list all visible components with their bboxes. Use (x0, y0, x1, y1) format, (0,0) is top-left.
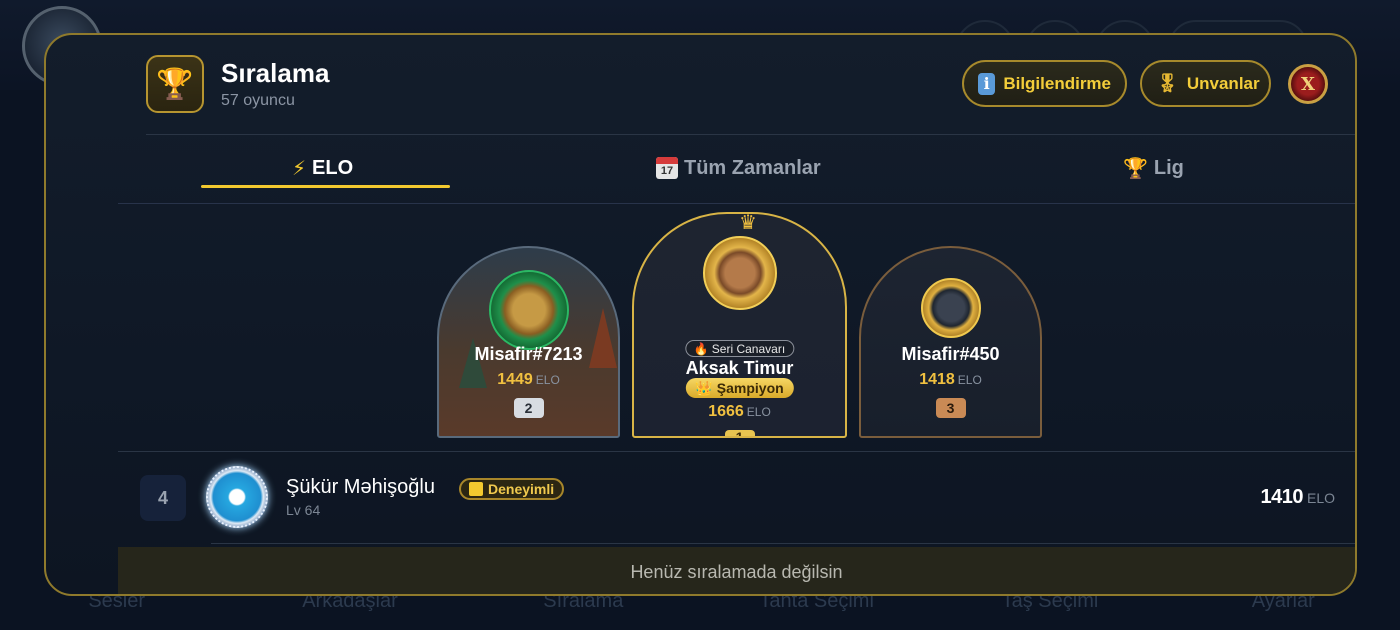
tab-label: Tüm Zamanlar (684, 156, 821, 179)
streak-label: Seri Canavarı (711, 341, 786, 356)
player-name: Misafir#450 (901, 344, 1000, 364)
list-item[interactable]: 4 Şükür Məhişoğlu Deneyimli Lv 64 1410 EL… (118, 452, 1355, 544)
close-icon: X (1301, 73, 1315, 95)
player-elo: 1418 ELO (861, 371, 1040, 389)
trophy-icon: 🏆 (1123, 157, 1148, 180)
leaderboard-modal: 🏆 Sıralama 57 oyuncu i Bilgilendirme 🎖 U… (44, 33, 1357, 596)
tab-label: Lig (1153, 156, 1184, 179)
header-divider (146, 134, 1355, 135)
elo-value: 1449 (497, 371, 533, 388)
square-icon (469, 482, 483, 496)
player-name: Misafir#7213 (474, 344, 583, 364)
trophy-icon: 🏆 (146, 55, 204, 113)
podium-first[interactable]: 🔥 Seri Canavarı Aksak Timur 👑 Şampiyon 1… (632, 212, 847, 438)
player-elo: 1410 ELO (1260, 486, 1335, 509)
champion-badge: 👑 Şampiyon (685, 378, 794, 398)
fire-icon: 🔥 (693, 341, 709, 356)
active-tab-indicator (201, 185, 450, 188)
player-avatar (702, 236, 777, 310)
elo-unit: ELO (535, 373, 560, 387)
elo-unit: ELO (957, 373, 982, 387)
page-title: Sıralama (221, 58, 330, 88)
lightning-icon: ⚡ (292, 157, 307, 180)
rank-badge: 1 (724, 429, 755, 436)
streak-badge: 🔥 Seri Canavarı (684, 340, 795, 357)
medal-icon: 🎖 (1156, 73, 1179, 93)
player-level: Lv 64 (286, 502, 321, 518)
tab-label: ELO (312, 156, 354, 179)
player-avatar (488, 270, 569, 350)
champion-label: Şampiyon (716, 380, 784, 396)
player-name: Aksak Timur (685, 358, 794, 378)
elo-unit: ELO (1306, 490, 1335, 506)
elo-value: 1410 (1260, 486, 1303, 508)
crown-icon: ♛ (739, 212, 757, 234)
elo-unit: ELO (746, 405, 771, 419)
rank-badge: 2 (513, 398, 544, 418)
player-elo: 1449 ELO (439, 371, 618, 389)
calendar-icon: 17 (656, 157, 678, 179)
rank-number: 4 (140, 475, 186, 521)
crown-icon: 👑 (695, 379, 713, 396)
tabs-divider (118, 203, 1355, 204)
row-divider (211, 543, 1355, 544)
player-name: Şükür Məhişoğlu (286, 476, 435, 498)
tab-league[interactable]: 🏆 Lig (1123, 150, 1184, 186)
info-icon: i (978, 72, 996, 95)
tab-elo[interactable]: ⚡ ELO (292, 150, 353, 186)
title-badge: Deneyimli (459, 478, 565, 500)
own-rank-banner: Henüz sıralamada değilsin (118, 547, 1355, 594)
rank-badge: 3 (935, 398, 966, 418)
titles-button[interactable]: 🎖 Unvanlar (1140, 60, 1271, 107)
info-button[interactable]: i Bilgilendirme (962, 60, 1127, 107)
podium-second[interactable]: Misafir#7213 1449 ELO 2 (437, 246, 620, 438)
player-count: 57 oyuncu (221, 92, 295, 109)
player-avatar (920, 278, 981, 338)
close-button[interactable]: X (1288, 64, 1328, 104)
player-avatar (206, 466, 268, 528)
info-button-label: Bilgilendirme (1003, 73, 1111, 93)
title-badge-label: Deneyimli (488, 481, 555, 497)
tab-all-time[interactable]: 17 Tüm Zamanlar (656, 150, 821, 186)
elo-value: 1418 (919, 371, 955, 388)
elo-value: 1666 (708, 403, 744, 420)
player-elo: 1666 ELO (634, 403, 845, 421)
podium-third[interactable]: Misafir#450 1418 ELO 3 (859, 246, 1042, 438)
titles-button-label: Unvanlar (1186, 73, 1260, 93)
